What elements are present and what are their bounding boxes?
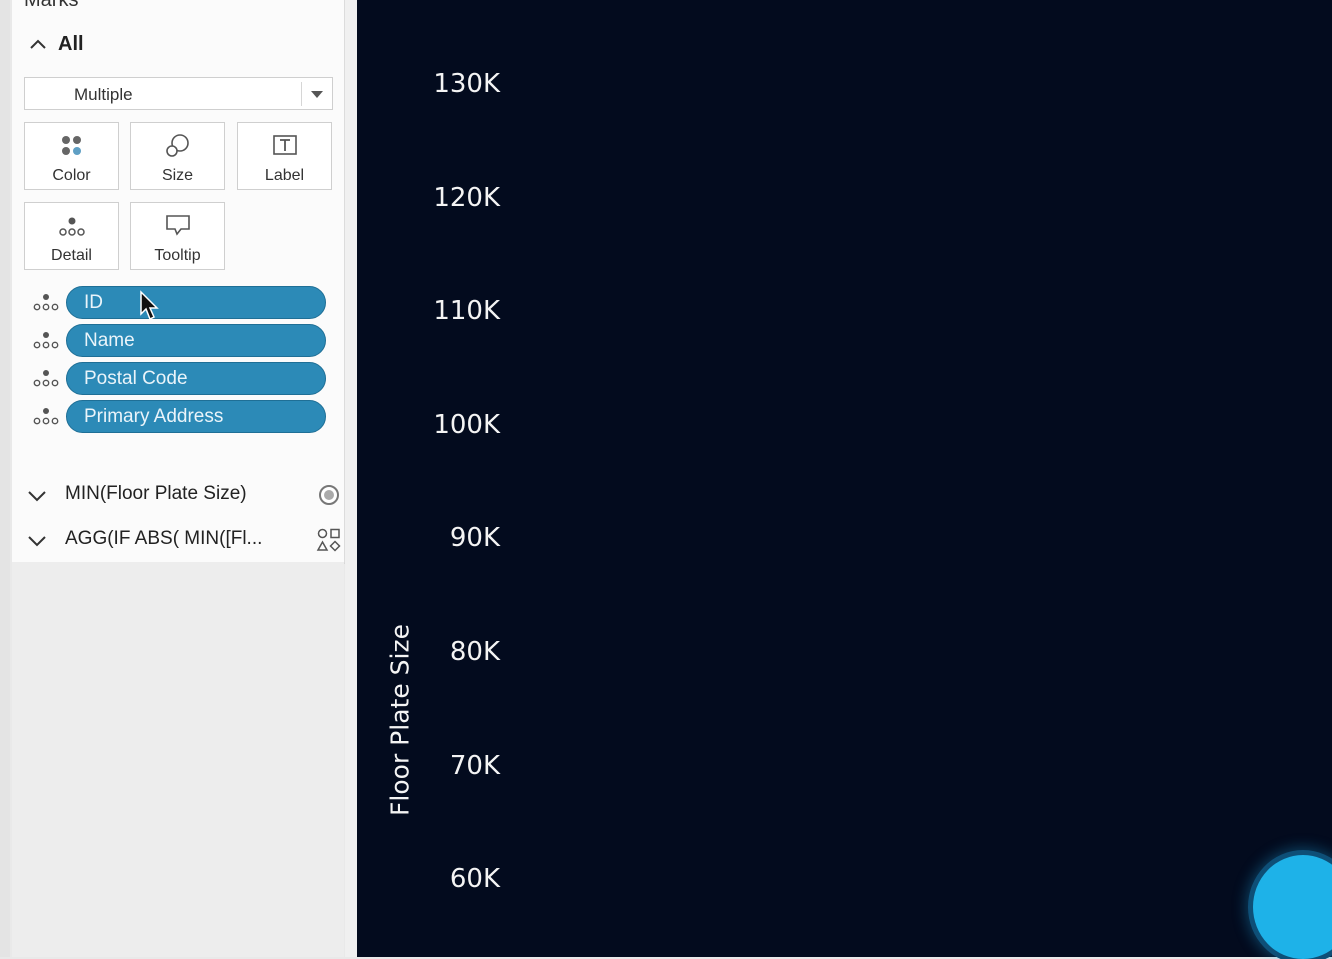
left-panel-empty-area: [12, 562, 344, 957]
all-marks-row[interactable]: All: [24, 30, 84, 58]
shapes-mark-icon: [316, 527, 342, 553]
y-tick-label: 100K: [433, 409, 500, 440]
detail-dots-icon: [32, 406, 60, 428]
measure-label: MIN(Floor Plate Size): [65, 483, 247, 504]
measure-row-floor-plate[interactable]: MIN(Floor Plate Size): [24, 480, 342, 510]
detail-label: Detail: [51, 247, 92, 264]
y-tick-label: 130K: [433, 69, 500, 99]
field-pill-name[interactable]: Name: [66, 324, 326, 357]
y-axis-title: Floor Plate Size: [385, 624, 415, 816]
label-label: Label: [264, 167, 305, 184]
chart-view[interactable]: Floor Plate Size 130K 120K 110K 100K 90K 80K 7…: [357, 0, 1332, 957]
y-tick-label: 60K: [449, 864, 500, 895]
mark-type-value: Multiple: [74, 85, 133, 104]
tooltip-label: Tooltip: [154, 247, 201, 264]
mark-type-dropdown[interactable]: Multiple: [24, 77, 333, 110]
circle-mark-icon: [316, 482, 342, 508]
color-label: Color: [52, 167, 91, 184]
marks-card: Marks All Multiple Color Size Label Deta…: [12, 0, 345, 564]
detail-dots-icon: [32, 292, 60, 314]
measure-row-agg-if[interactable]: AGG(IF ABS( MIN([Fl...: [24, 525, 342, 555]
y-tick-label: 120K: [433, 182, 500, 213]
chevron-down-icon[interactable]: [24, 482, 50, 508]
detail-dots-icon: [32, 330, 60, 352]
pill-label: Postal Code: [84, 368, 188, 389]
tooltip-button[interactable]: Tooltip: [130, 202, 225, 270]
label-button[interactable]: Label: [237, 122, 332, 190]
chevron-down-icon[interactable]: [24, 527, 50, 553]
detail-button[interactable]: Detail: [24, 202, 119, 270]
pill-label: Primary Address: [84, 406, 224, 427]
size-button[interactable]: Size: [130, 122, 225, 190]
size-shapes-icon: [131, 133, 224, 159]
field-pill-primary-address[interactable]: Primary Address: [66, 400, 326, 433]
field-pill-postal-code[interactable]: Postal Code: [66, 362, 326, 395]
color-button[interactable]: Color: [24, 122, 119, 190]
mouse-cursor-icon: [140, 290, 159, 321]
field-pill-id[interactable]: ID: [66, 286, 326, 319]
measure-label: AGG(IF ABS( MIN([Fl...: [65, 528, 263, 549]
detail-dots-icon: [25, 213, 118, 239]
marks-header: Marks: [24, 0, 79, 11]
y-tick-label: 110K: [433, 296, 500, 327]
dropdown-arrow-icon[interactable]: [311, 91, 323, 98]
y-tick-label: 90K: [449, 523, 500, 554]
chevron-up-icon[interactable]: [24, 30, 52, 58]
y-tick-label: 80K: [449, 637, 500, 667]
all-marks-label: All: [58, 32, 84, 55]
pill-label: ID: [84, 292, 103, 313]
label-text-icon: [238, 133, 331, 159]
tooltip-bubble-icon: [131, 213, 224, 239]
panel-splitter[interactable]: [345, 0, 357, 957]
size-label: Size: [161, 167, 194, 184]
left-edge-strip: [0, 0, 10, 957]
dropdown-divider: [301, 82, 302, 106]
detail-dots-icon: [32, 368, 60, 390]
pill-label: Name: [84, 330, 135, 351]
color-dots-icon: [25, 133, 118, 159]
y-tick-label: 70K: [449, 750, 500, 781]
